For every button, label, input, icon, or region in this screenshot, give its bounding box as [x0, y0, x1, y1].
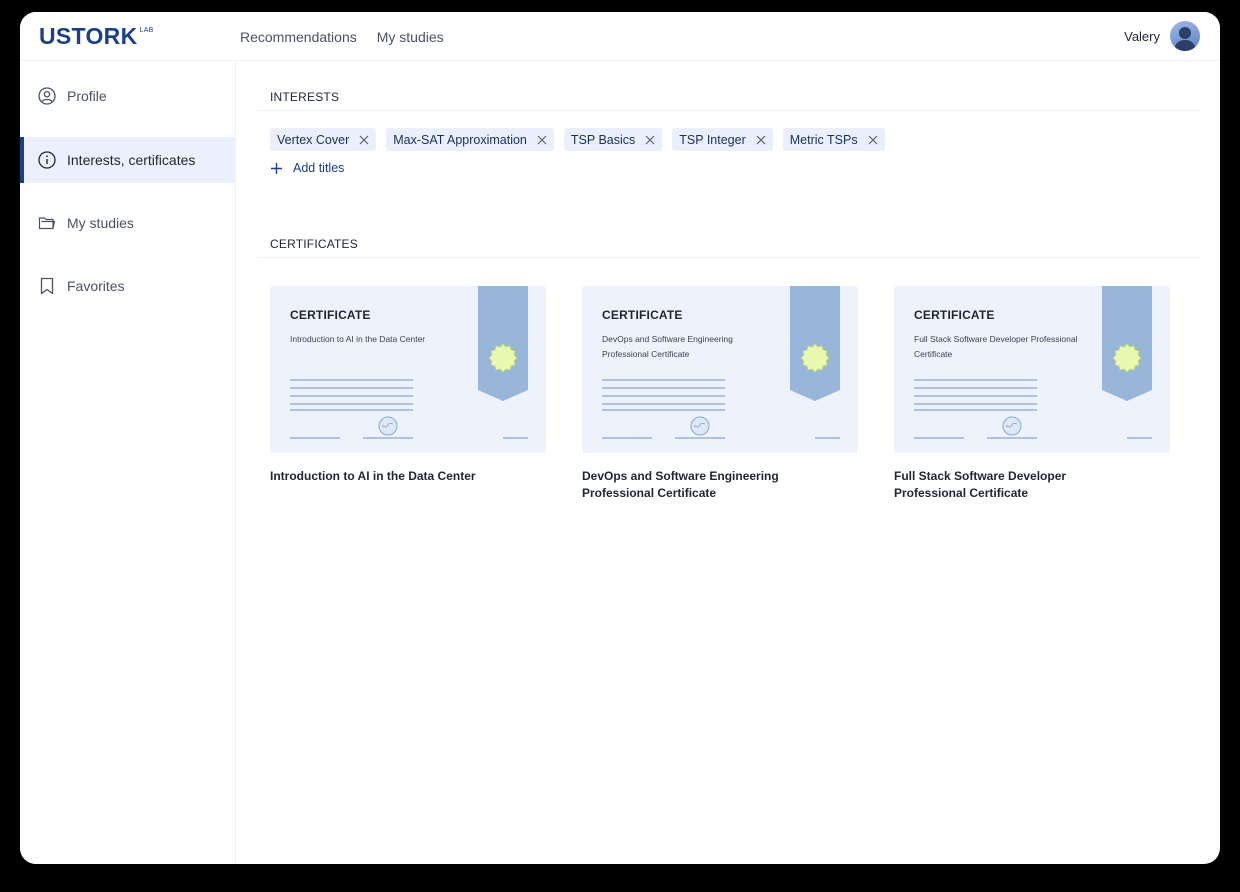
- certificate-title[interactable]: Introduction to AI in the Data Center: [270, 468, 490, 485]
- certificate-title[interactable]: DevOps and Software Engineering Professi…: [582, 468, 802, 502]
- interest-chips: Vertex Cover Max-SAT Approximation TSP B…: [270, 128, 885, 151]
- bookmark-icon: [38, 277, 56, 295]
- sidebar-item-my-studies[interactable]: My studies: [20, 200, 236, 246]
- interest-chip[interactable]: Vertex Cover: [270, 128, 377, 151]
- logo-superscript: LAB: [139, 27, 154, 34]
- chip-label: Vertex Cover: [277, 132, 350, 147]
- chip-label: TSP Integer: [679, 132, 746, 147]
- user-name: Valery: [1124, 28, 1160, 44]
- nav-my-studies[interactable]: My studies: [377, 29, 444, 45]
- nav-recommendations[interactable]: Recommendations: [240, 29, 357, 45]
- certificate-heading: CERTIFICATE: [290, 308, 371, 322]
- sidebar-item-favorites[interactable]: Favorites: [20, 263, 236, 309]
- interest-chip[interactable]: TSP Basics: [563, 128, 663, 151]
- add-titles-label: Add titles: [293, 161, 345, 175]
- certificate-title[interactable]: Full Stack Software Developer Profession…: [894, 468, 1114, 502]
- close-icon[interactable]: [756, 135, 766, 145]
- sidebar-item-label: Interests, certificates: [67, 152, 196, 168]
- chip-label: TSP Basics: [570, 132, 636, 147]
- certificate-card[interactable]: CERTIFICATE DevOps and Software Engineer…: [582, 286, 858, 502]
- user-menu[interactable]: Valery: [1124, 21, 1200, 51]
- close-icon[interactable]: [537, 135, 547, 145]
- logo-text: USTORK: [39, 23, 138, 49]
- avatar[interactable]: [1170, 21, 1200, 51]
- logo[interactable]: USTORK LAB: [39, 22, 154, 52]
- sidebar-item-label: Favorites: [67, 278, 125, 294]
- interest-chip[interactable]: Max-SAT Approximation: [386, 128, 554, 151]
- info-circle-icon: [38, 151, 56, 169]
- certificate-preview[interactable]: CERTIFICATE Introduction to AI in the Da…: [270, 286, 546, 453]
- top-nav: Recommendations My studies: [240, 12, 444, 61]
- certificate-list: CERTIFICATE Introduction to AI in the Da…: [270, 286, 1170, 502]
- certificate-heading: CERTIFICATE: [602, 308, 683, 322]
- chip-label: Max-SAT Approximation: [393, 132, 527, 147]
- app-window: USTORK LAB Recommendations My studies Va…: [20, 12, 1220, 864]
- interest-chip[interactable]: TSP Integer: [672, 128, 773, 151]
- divider: [257, 257, 1200, 258]
- interest-chip[interactable]: Metric TSPs: [782, 128, 885, 151]
- certificate-card[interactable]: CERTIFICATE Full Stack Software Develope…: [894, 286, 1170, 502]
- plus-icon: [270, 162, 283, 175]
- sidebar: Profile Interests, certificates My studi…: [20, 61, 236, 864]
- interests-title: INTERESTS: [270, 90, 340, 104]
- close-icon[interactable]: [359, 135, 369, 145]
- divider: [257, 110, 1200, 111]
- chip-label: Metric TSPs: [789, 132, 858, 147]
- sidebar-item-interests[interactable]: Interests, certificates: [20, 137, 236, 183]
- certificate-heading: CERTIFICATE: [914, 308, 995, 322]
- certificate-preview[interactable]: CERTIFICATE Full Stack Software Develope…: [894, 286, 1170, 453]
- user-circle-icon: [38, 87, 56, 105]
- certificate-subtitle: Full Stack Software Developer Profession…: [914, 334, 1078, 359]
- close-icon[interactable]: [868, 135, 878, 145]
- certificates-title: CERTIFICATES: [270, 237, 358, 251]
- close-icon[interactable]: [645, 135, 655, 145]
- certificate-subtitle: Introduction to AI in the Data Center: [290, 334, 426, 344]
- main-content: INTERESTS Vertex Cover Max-SAT Approxima…: [237, 61, 1220, 864]
- certificate-preview[interactable]: CERTIFICATE DevOps and Software Engineer…: [582, 286, 858, 453]
- sidebar-item-label: Profile: [67, 88, 107, 104]
- user-silhouette-icon: [1174, 27, 1196, 51]
- folder-icon: [38, 214, 56, 232]
- top-header: USTORK LAB Recommendations My studies Va…: [20, 12, 1220, 61]
- sidebar-item-label: My studies: [67, 215, 134, 231]
- add-titles-button[interactable]: Add titles: [270, 161, 344, 175]
- certificate-card[interactable]: CERTIFICATE Introduction to AI in the Da…: [270, 286, 546, 502]
- sidebar-item-profile[interactable]: Profile: [20, 73, 236, 119]
- certificate-subtitle: DevOps and Software Engineering Professi…: [602, 334, 733, 359]
